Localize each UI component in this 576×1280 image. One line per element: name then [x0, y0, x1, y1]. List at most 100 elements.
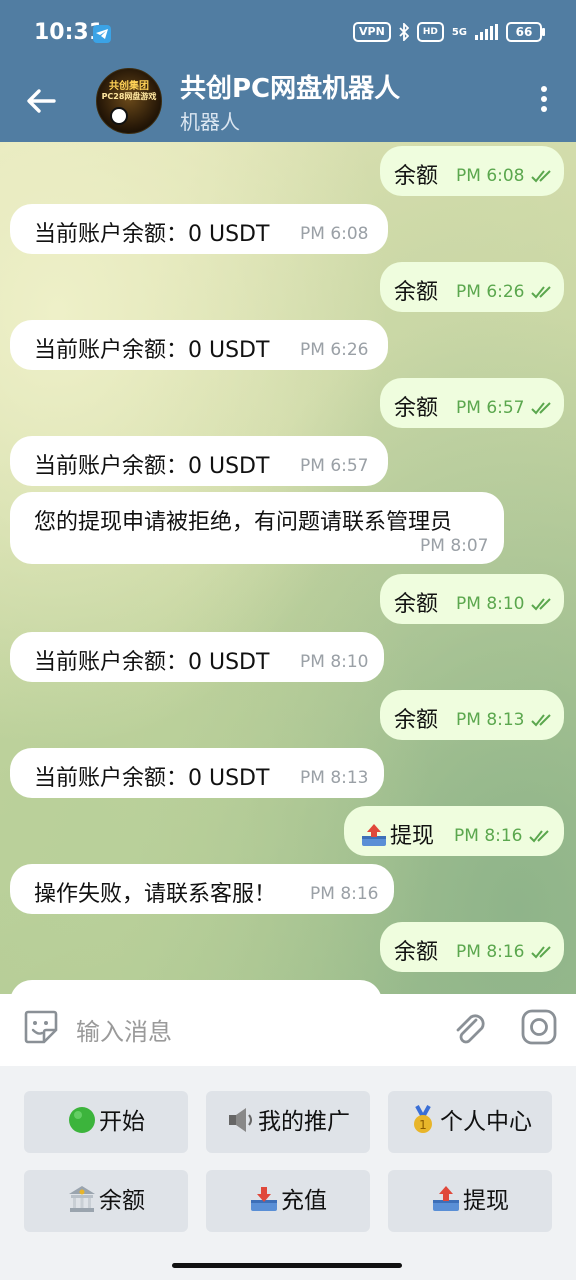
message-text: 提现: [390, 824, 435, 849]
chat-title[interactable]: 共创PC网盘机器人: [180, 68, 400, 105]
back-arrow-icon[interactable]: [24, 84, 58, 118]
keyboard-button-deposit[interactable]: 充值: [206, 1170, 370, 1232]
keyboard-button-promotion[interactable]: 我的推广: [206, 1091, 370, 1153]
home-indicator[interactable]: [172, 1263, 402, 1268]
keyboard-button-start[interactable]: 开始: [24, 1091, 188, 1153]
keyboard-button-label: 个人中心: [440, 1109, 532, 1135]
read-ticks-icon: [528, 830, 549, 843]
outbox-tray-icon: [362, 824, 386, 846]
keyboard-button-label: 我的推广: [258, 1109, 350, 1135]
message-time: PM 6:26: [300, 340, 369, 360]
message-bubble-incoming[interactable]: 当前账户余额：0 USDT PM 8:10: [10, 632, 384, 682]
message-time: PM 8:13: [456, 710, 525, 730]
hd-indicator: HD: [416, 22, 444, 42]
message-bubble-outgoing[interactable]: 余额 PM 8:13: [380, 690, 564, 740]
keyboard-button-label: 余额: [99, 1188, 145, 1214]
message-meta: PM 8:10: [456, 594, 557, 614]
avatar-text-bottom: PC28网盘游戏: [101, 92, 157, 101]
green-circle-icon: [69, 1107, 95, 1133]
message-bubble-outgoing[interactable]: 余额 PM 8:16: [380, 922, 564, 972]
message-text: 余额: [394, 940, 439, 965]
message-text: 操作失败，请联系客服！: [34, 882, 277, 907]
message-text: 余额: [394, 708, 439, 733]
message-time: PM 8:13: [300, 768, 369, 788]
speaker-icon: [229, 1108, 252, 1132]
message-time: PM 6:26: [456, 282, 525, 302]
message-text: 余额: [394, 592, 439, 617]
message-text: 当前账户余额：0 USDT: [34, 454, 270, 479]
chat-area[interactable]: 余额 PM 6:08 当前账户余额：0 USDT PM 6:08 余额 PM 6…: [0, 142, 576, 994]
message-bubble-incoming[interactable]: 操作失败，请联系客服！ PM 8:16: [10, 864, 394, 914]
read-ticks-icon: [530, 402, 551, 415]
chat-subtitle: 机器人: [180, 110, 240, 134]
message-bubble-incoming[interactable]: 您的提现申请被拒绝，有问题请联系管理员 PM 8:07: [10, 492, 504, 564]
message-input[interactable]: 输入消息: [76, 1012, 172, 1047]
signal-icon: [475, 24, 498, 40]
attach-icon[interactable]: [450, 1008, 488, 1048]
ball-icon: [110, 107, 128, 125]
message-time: PM 6:08: [456, 166, 525, 186]
emoji-sticker-icon[interactable]: [22, 1008, 60, 1046]
bluetooth-icon: [399, 23, 409, 41]
message-bubble-incoming[interactable]: 当前账户余额：0 USDT PM 6:57: [10, 436, 388, 486]
message-bubble-incoming[interactable]: 当前账户余额：0 USDT PM 6:08: [10, 204, 388, 254]
message-time: PM 8:10: [456, 594, 525, 614]
message-meta: PM 8:16: [454, 826, 555, 846]
message-bubble-incoming-partial[interactable]: [10, 980, 382, 994]
read-ticks-icon: [530, 946, 551, 959]
keyboard-button-balance[interactable]: 余额: [24, 1170, 188, 1232]
message-time: PM 6:08: [300, 224, 369, 244]
read-ticks-icon: [530, 170, 551, 183]
outbox-tray-icon: [433, 1186, 459, 1211]
read-ticks-icon: [530, 286, 551, 299]
message-time: PM 8:07: [420, 536, 489, 556]
message-meta: PM 6:57: [456, 398, 557, 418]
message-input-bar: 输入消息: [0, 994, 576, 1066]
message-text: 当前账户余额：0 USDT: [34, 222, 270, 247]
message-bubble-outgoing[interactable]: 余额 PM 6:08: [380, 146, 564, 196]
message-text: 当前账户余额：0 USDT: [34, 338, 270, 363]
message-bubble-outgoing[interactable]: 余额 PM 6:57: [380, 378, 564, 428]
keyboard-button-label: 充值: [281, 1188, 327, 1214]
battery-indicator: 66: [506, 22, 545, 42]
svg-text:1: 1: [419, 1118, 427, 1132]
avatar-text-top: 共创集团: [109, 81, 149, 92]
keyboard-button-withdraw[interactable]: 提现: [388, 1170, 552, 1232]
inbox-tray-icon: [251, 1187, 277, 1211]
message-text: 您的提现申请被拒绝，有问题请联系管理员: [34, 510, 453, 535]
keyboard-button-profile[interactable]: 1 个人中心: [388, 1091, 552, 1153]
message-meta: PM 6:08: [456, 166, 557, 186]
message-time: PM 8:16: [454, 826, 523, 846]
telegram-notification-icon: [93, 25, 111, 43]
bot-avatar[interactable]: 共创集团 PC28网盘游戏: [96, 68, 162, 134]
camera-icon[interactable]: [520, 1008, 558, 1046]
keyboard-button-label: 提现: [463, 1188, 509, 1214]
message-time: PM 8:16: [310, 884, 379, 904]
message-bubble-incoming[interactable]: 当前账户余额：0 USDT PM 6:26: [10, 320, 388, 370]
keyboard-button-label: 开始: [99, 1109, 145, 1135]
message-bubble-outgoing[interactable]: 余额 PM 6:26: [380, 262, 564, 312]
message-text: 余额: [394, 280, 439, 305]
bot-keyboard: 开始 我的推广 1 个人中心 余额 充值 提现: [0, 1066, 576, 1280]
app-header: 10:31 VPN HD 5G 66 共创集团 PC28网盘游戏 共创PC网盘机…: [0, 0, 576, 142]
medal-icon: 1: [414, 1105, 432, 1133]
bank-icon: [69, 1186, 95, 1212]
message-text: 当前账户余额：0 USDT: [34, 650, 270, 675]
message-text: 余额: [394, 396, 439, 421]
read-ticks-icon: [530, 714, 551, 727]
message-bubble-outgoing[interactable]: 提现 PM 8:16: [344, 806, 564, 856]
vpn-indicator: VPN: [353, 22, 391, 42]
message-time: PM 8:10: [300, 652, 369, 672]
message-text: 当前账户余额：0 USDT: [34, 766, 270, 791]
message-bubble-incoming[interactable]: 当前账户余额：0 USDT PM 8:13: [10, 748, 384, 798]
message-meta: PM 8:16: [456, 942, 557, 962]
message-time: PM 6:57: [300, 456, 369, 476]
status-bar: 10:31 VPN HD 5G 66: [0, 0, 576, 64]
message-meta: PM 6:26: [456, 282, 557, 302]
message-time: PM 8:16: [456, 942, 525, 962]
message-bubble-outgoing[interactable]: 余额 PM 8:10: [380, 574, 564, 624]
more-menu-icon[interactable]: [540, 86, 548, 116]
message-text: 余额: [394, 164, 439, 189]
message-meta: PM 8:13: [456, 710, 557, 730]
message-time: PM 6:57: [456, 398, 525, 418]
